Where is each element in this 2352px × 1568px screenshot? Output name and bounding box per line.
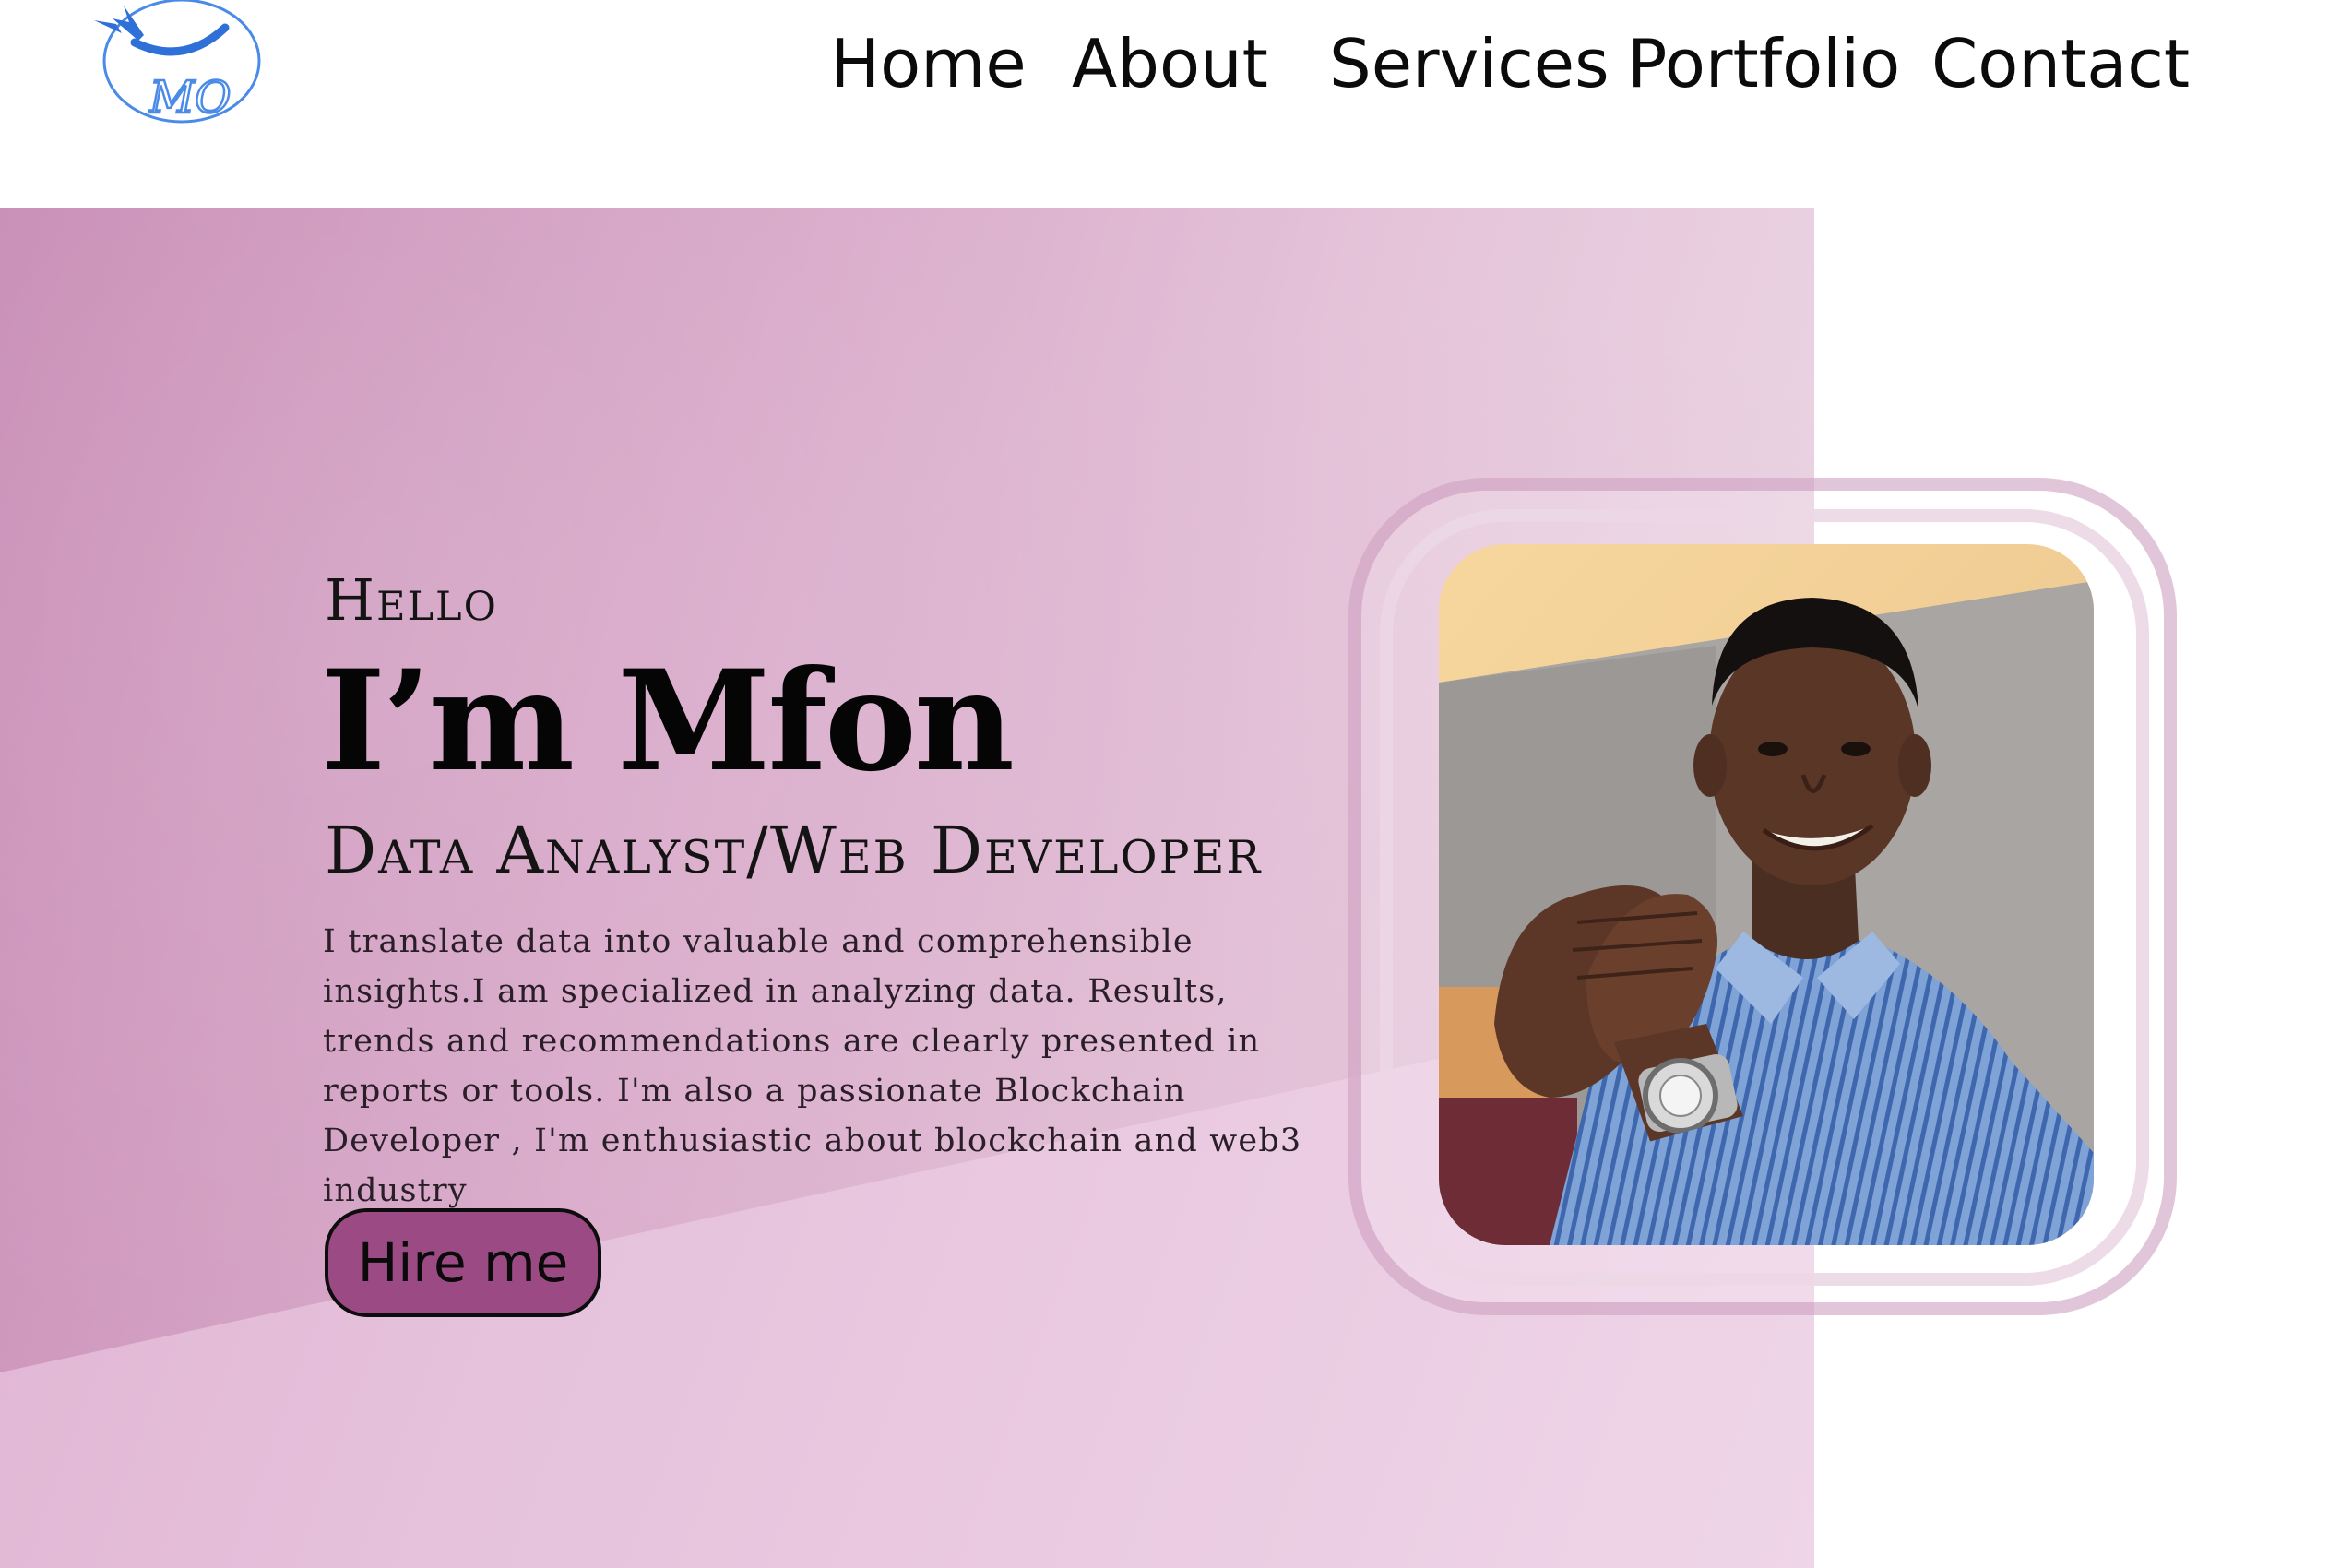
site-logo[interactable]: MO	[77, 0, 271, 133]
nav-portfolio[interactable]: Portfolio	[1627, 13, 1900, 114]
site-header: MO Home About Services Portfolio Contact	[0, 0, 2352, 205]
portrait-illustration	[1439, 544, 2094, 1245]
svg-text:MO: MO	[148, 72, 232, 124]
portrait-photo	[1439, 544, 2094, 1245]
hero-greeting: Hello	[325, 566, 498, 634]
nav-about[interactable]: About	[1072, 13, 1268, 114]
nav-contact[interactable]: Contact	[1931, 13, 2190, 114]
hero-intro: I translate data into valuable and compr…	[323, 923, 1302, 1209]
hero-name: I’m Mfon	[321, 640, 1015, 802]
hire-me-button[interactable]: Hire me	[325, 1208, 601, 1317]
nav-services[interactable]: Services	[1329, 13, 1610, 114]
nav-home[interactable]: Home	[830, 13, 1027, 114]
hero-role: Data Analyst/Web Developer	[325, 813, 1263, 888]
hat-logo-icon: MO	[94, 0, 261, 125]
